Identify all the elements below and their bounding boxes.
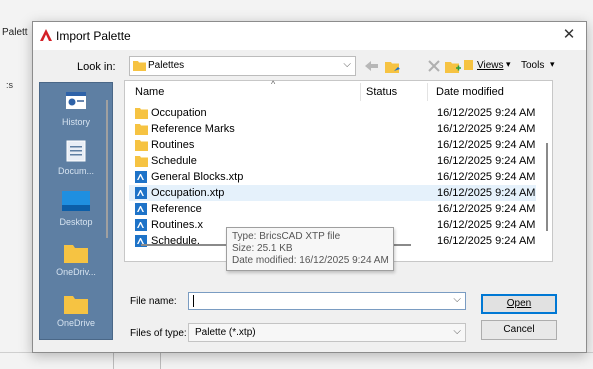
place-history[interactable]: History — [40, 89, 112, 127]
file-date: 16/12/2025 9:24 AM — [437, 219, 536, 231]
file-name-input[interactable]: ⌵ — [188, 292, 466, 310]
title-bar[interactable]: Import Palette ✕ — [33, 22, 586, 50]
column-divider[interactable] — [427, 83, 428, 101]
xtp-file-icon — [135, 187, 147, 199]
background-divider — [113, 352, 114, 369]
file-date: 16/12/2025 9:24 AM — [437, 139, 536, 151]
look-in-label: Look in: — [77, 61, 116, 73]
folder-icon — [64, 245, 88, 263]
file-name: Occupation.xtp — [151, 187, 225, 199]
history-icon — [66, 92, 86, 109]
file-date: 16/12/2025 9:24 AM — [437, 155, 536, 167]
background-window-title: Palett — [2, 27, 28, 38]
views-label: Views — [477, 60, 504, 71]
list-item[interactable]: Occupation 16/12/2025 9:24 AM — [129, 105, 536, 121]
text-caret — [193, 295, 194, 307]
place-label: Docum... — [57, 166, 94, 176]
tools-menu-button[interactable]: Tools ▾ — [521, 57, 561, 75]
open-button-label: Open — [506, 298, 532, 309]
look-in-value: Palettes — [148, 60, 185, 71]
look-in-dropdown[interactable]: Palettes ⌵ — [129, 56, 356, 76]
places-scrollbar[interactable] — [106, 100, 108, 238]
file-date: 16/12/2025 9:24 AM — [437, 203, 536, 215]
dialog-title: Import Palette — [56, 29, 131, 43]
back-arrow-icon[interactable] — [363, 57, 379, 75]
list-item[interactable]: Routines 16/12/2025 9:24 AM — [129, 137, 536, 153]
places-bar: History Docum... Desktop OneDriv... OneD… — [39, 82, 113, 340]
list-item[interactable]: Reference Marks 16/12/2025 9:24 AM — [129, 121, 536, 137]
list-item[interactable]: General Blocks.xtp 16/12/2025 9:24 AM — [129, 169, 536, 185]
file-name: Reference — [151, 203, 202, 215]
vertical-scrollbar[interactable] — [546, 143, 548, 231]
cancel-button[interactable]: Cancel — [481, 320, 557, 340]
place-desktop[interactable]: Desktop — [40, 191, 112, 227]
chevron-down-icon: ▾ — [550, 59, 555, 69]
file-name: Reference Marks — [151, 123, 235, 135]
views-icon — [464, 60, 473, 70]
import-palette-dialog: Import Palette ✕ Look in: Palettes ⌵ Vie… — [32, 21, 587, 353]
place-label: OneDrive — [56, 318, 95, 328]
file-name: Schedule — [151, 155, 197, 167]
file-name: Routines — [151, 139, 195, 151]
new-folder-icon[interactable] — [445, 57, 461, 75]
place-documents[interactable]: Docum... — [40, 140, 112, 176]
tooltip-type: Type: BricsCAD XTP file — [232, 231, 341, 242]
place-label: History — [61, 117, 90, 127]
place-onedrive-1[interactable]: OneDriv... — [40, 243, 112, 277]
xtp-file-icon — [135, 171, 147, 183]
files-of-type-label: Files of type: — [130, 328, 187, 339]
open-button[interactable]: Open — [481, 294, 557, 314]
folder-icon — [64, 296, 88, 314]
xtp-file-icon — [135, 219, 147, 231]
folder-icon — [135, 156, 148, 167]
folder-icon — [133, 61, 146, 71]
background-divider — [160, 352, 161, 369]
column-header-status[interactable]: Status — [366, 86, 397, 98]
cancel-button-label: Cancel — [503, 324, 535, 335]
file-date: 16/12/2025 9:24 AM — [437, 123, 536, 135]
tools-label: Tools — [521, 60, 545, 71]
place-onedrive-2[interactable]: OneDrive — [40, 294, 112, 328]
delete-icon[interactable] — [428, 57, 440, 75]
close-button[interactable]: ✕ — [560, 26, 578, 44]
sort-ascending-icon: ^ — [271, 79, 276, 89]
files-of-type-dropdown[interactable]: Palette (*.xtp) ⌵ — [188, 323, 466, 342]
list-item[interactable]: Occupation.xtp 16/12/2025 9:24 AM — [129, 185, 536, 201]
file-name: Occupation — [151, 107, 207, 119]
list-item[interactable]: Schedule 16/12/2025 9:24 AM — [129, 153, 536, 169]
folder-icon — [135, 124, 148, 135]
file-tooltip: Type: BricsCAD XTP file Size: 25.1 KB Da… — [226, 227, 394, 271]
place-label: OneDriv... — [56, 267, 96, 277]
file-name-label: File name: — [130, 296, 177, 307]
xtp-file-icon — [135, 203, 147, 215]
chevron-down-icon: ⌵ — [343, 59, 351, 70]
file-date: 16/12/2025 9:24 AM — [437, 187, 536, 199]
chevron-down-icon: ▾ — [506, 59, 511, 69]
file-date: 16/12/2025 9:24 AM — [437, 171, 536, 183]
background-window-text: :s — [6, 80, 14, 90]
files-of-type-value: Palette (*.xtp) — [195, 327, 256, 338]
chevron-down-icon: ⌵ — [453, 326, 461, 337]
column-divider[interactable] — [360, 83, 361, 101]
app-logo-icon — [40, 29, 52, 41]
file-name: General Blocks.xtp — [151, 171, 244, 183]
tooltip-date: Date modified: 16/12/2025 9:24 AM — [232, 255, 389, 266]
file-date: 16/12/2025 9:24 AM — [437, 107, 536, 119]
folder-icon — [135, 108, 148, 119]
tooltip-size: Size: 25.1 KB — [232, 243, 293, 254]
chevron-down-icon[interactable]: ⌵ — [453, 294, 461, 305]
documents-icon — [66, 140, 86, 162]
file-name: Routines.x — [151, 219, 203, 231]
desktop-icon — [62, 191, 90, 211]
up-folder-icon[interactable] — [385, 57, 401, 75]
column-header-date[interactable]: Date modified — [436, 86, 504, 98]
list-item[interactable]: Reference 16/12/2025 9:24 AM — [129, 201, 536, 217]
folder-icon — [135, 140, 148, 151]
place-label: Desktop — [59, 217, 93, 227]
column-header-name[interactable]: Name — [135, 86, 164, 98]
file-date: 16/12/2025 9:24 AM — [437, 235, 536, 247]
views-menu-button[interactable]: Views ▾ — [464, 57, 519, 75]
